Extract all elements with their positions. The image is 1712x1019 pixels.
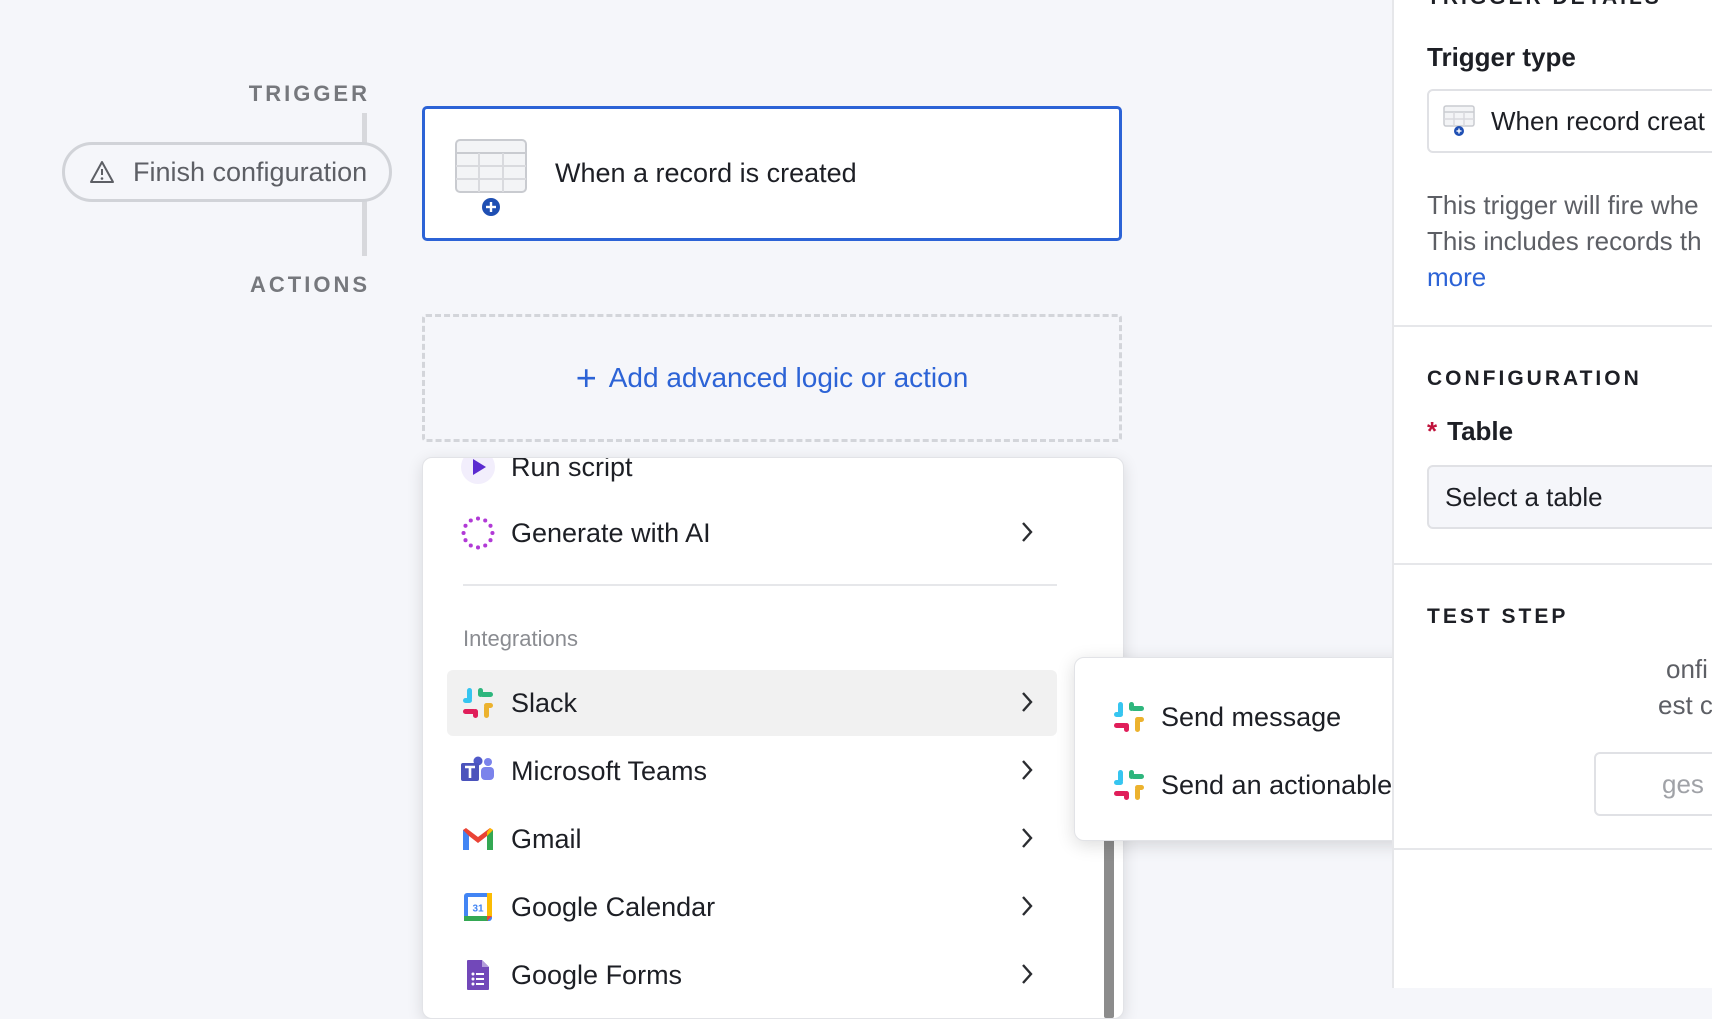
- menu-item-generate-ai[interactable]: Generate with AI: [447, 500, 1057, 566]
- ai-sparkle-icon: [461, 516, 495, 550]
- trigger-card-title: When a record is created: [555, 158, 857, 188]
- configuration-heading: CONFIGURATION: [1427, 367, 1642, 390]
- menu-item-google-calendar[interactable]: 31 Google Calendar: [447, 874, 1057, 940]
- table-field-label: * Table: [1427, 416, 1513, 447]
- menu-item-label: Generate with AI: [511, 517, 711, 548]
- panel-divider: [1394, 848, 1712, 850]
- finish-configuration-badge[interactable]: Finish configuration: [62, 142, 392, 202]
- trigger-type-field[interactable]: When record creat: [1427, 89, 1712, 153]
- trigger-details-panel: TRIGGER DETAILS Trigger type When record…: [1392, 0, 1712, 988]
- trigger-details-heading: TRIGGER DETAILS: [1427, 0, 1662, 10]
- actions-section-label: ACTIONS: [250, 272, 370, 297]
- trigger-description-line2: This includes records th: [1427, 226, 1702, 256]
- record-created-icon: [455, 139, 531, 224]
- menu-scrollbar[interactable]: [1104, 838, 1114, 1018]
- learn-more-link[interactable]: more: [1427, 259, 1486, 295]
- integrations-heading: Integrations: [463, 626, 578, 651]
- menu-item-label: Run script: [511, 457, 633, 482]
- microsoft-teams-icon: [461, 754, 495, 788]
- panel-divider: [1394, 563, 1712, 565]
- test-step-button[interactable]: ges: [1594, 752, 1712, 816]
- add-action-button[interactable]: + Add advanced logic or action: [422, 314, 1122, 442]
- chevron-right-icon: [1022, 896, 1033, 916]
- google-calendar-icon: 31: [461, 890, 495, 924]
- test-step-partial-text-3: ges: [1662, 768, 1704, 799]
- warning-icon: [90, 161, 114, 183]
- trigger-card[interactable]: When a record is created: [422, 106, 1122, 241]
- table-select[interactable]: Select a table: [1427, 465, 1712, 529]
- slack-icon: [1113, 769, 1145, 801]
- chevron-right-icon: [1022, 692, 1033, 712]
- table-select-placeholder: Select a table: [1445, 481, 1603, 512]
- chevron-right-icon: [1022, 760, 1033, 780]
- chevron-right-icon: [1022, 828, 1033, 848]
- menu-divider: [463, 584, 1057, 586]
- trigger-type-label: Trigger type: [1427, 42, 1576, 72]
- menu-item-label: Microsoft Teams: [511, 755, 708, 786]
- add-action-label: Add advanced logic or action: [608, 362, 969, 393]
- gmail-icon: [461, 822, 495, 856]
- submenu-item-send-message[interactable]: Send message: [1113, 697, 1341, 737]
- svg-text:31: 31: [472, 904, 484, 915]
- google-forms-icon: [461, 958, 495, 992]
- menu-item-run-script[interactable]: Run script: [447, 457, 1057, 500]
- submenu-item-label: Send message: [1161, 701, 1342, 732]
- menu-item-label: Gmail: [511, 823, 582, 854]
- chevron-right-icon: [1022, 964, 1033, 984]
- slack-icon: [1113, 701, 1145, 733]
- menu-item-google-forms[interactable]: Google Forms: [447, 942, 1057, 1008]
- menu-item-label: Google Forms: [511, 959, 683, 990]
- trigger-description-line1: This trigger will fire whe: [1427, 190, 1699, 220]
- menu-item-label: Google Calendar: [511, 891, 716, 922]
- plus-icon: +: [575, 357, 597, 398]
- menu-item-slack[interactable]: Slack: [447, 670, 1057, 736]
- menu-item-microsoft-teams[interactable]: Microsoft Teams: [447, 738, 1057, 804]
- test-step-heading: TEST STEP: [1427, 605, 1569, 628]
- slack-icon: [461, 686, 495, 720]
- panel-divider: [1394, 325, 1712, 327]
- required-marker: *: [1427, 416, 1438, 446]
- menu-item-label: Slack: [511, 687, 578, 718]
- chevron-right-icon: [1022, 522, 1033, 542]
- action-menu: Run script Generate with AI Integrations: [422, 457, 1124, 1019]
- table-label-text: Table: [1447, 416, 1514, 446]
- table-icon: [1443, 105, 1477, 137]
- trigger-section-label: TRIGGER: [248, 81, 370, 106]
- test-step-partial-text-2: est c: [1658, 690, 1712, 720]
- menu-item-gmail[interactable]: Gmail: [447, 806, 1057, 872]
- trigger-type-value: When record creat: [1491, 105, 1705, 136]
- finish-configuration-label: Finish configuration: [133, 156, 368, 187]
- play-icon: [461, 458, 495, 484]
- test-step-partial-text-1: onfi: [1666, 654, 1708, 684]
